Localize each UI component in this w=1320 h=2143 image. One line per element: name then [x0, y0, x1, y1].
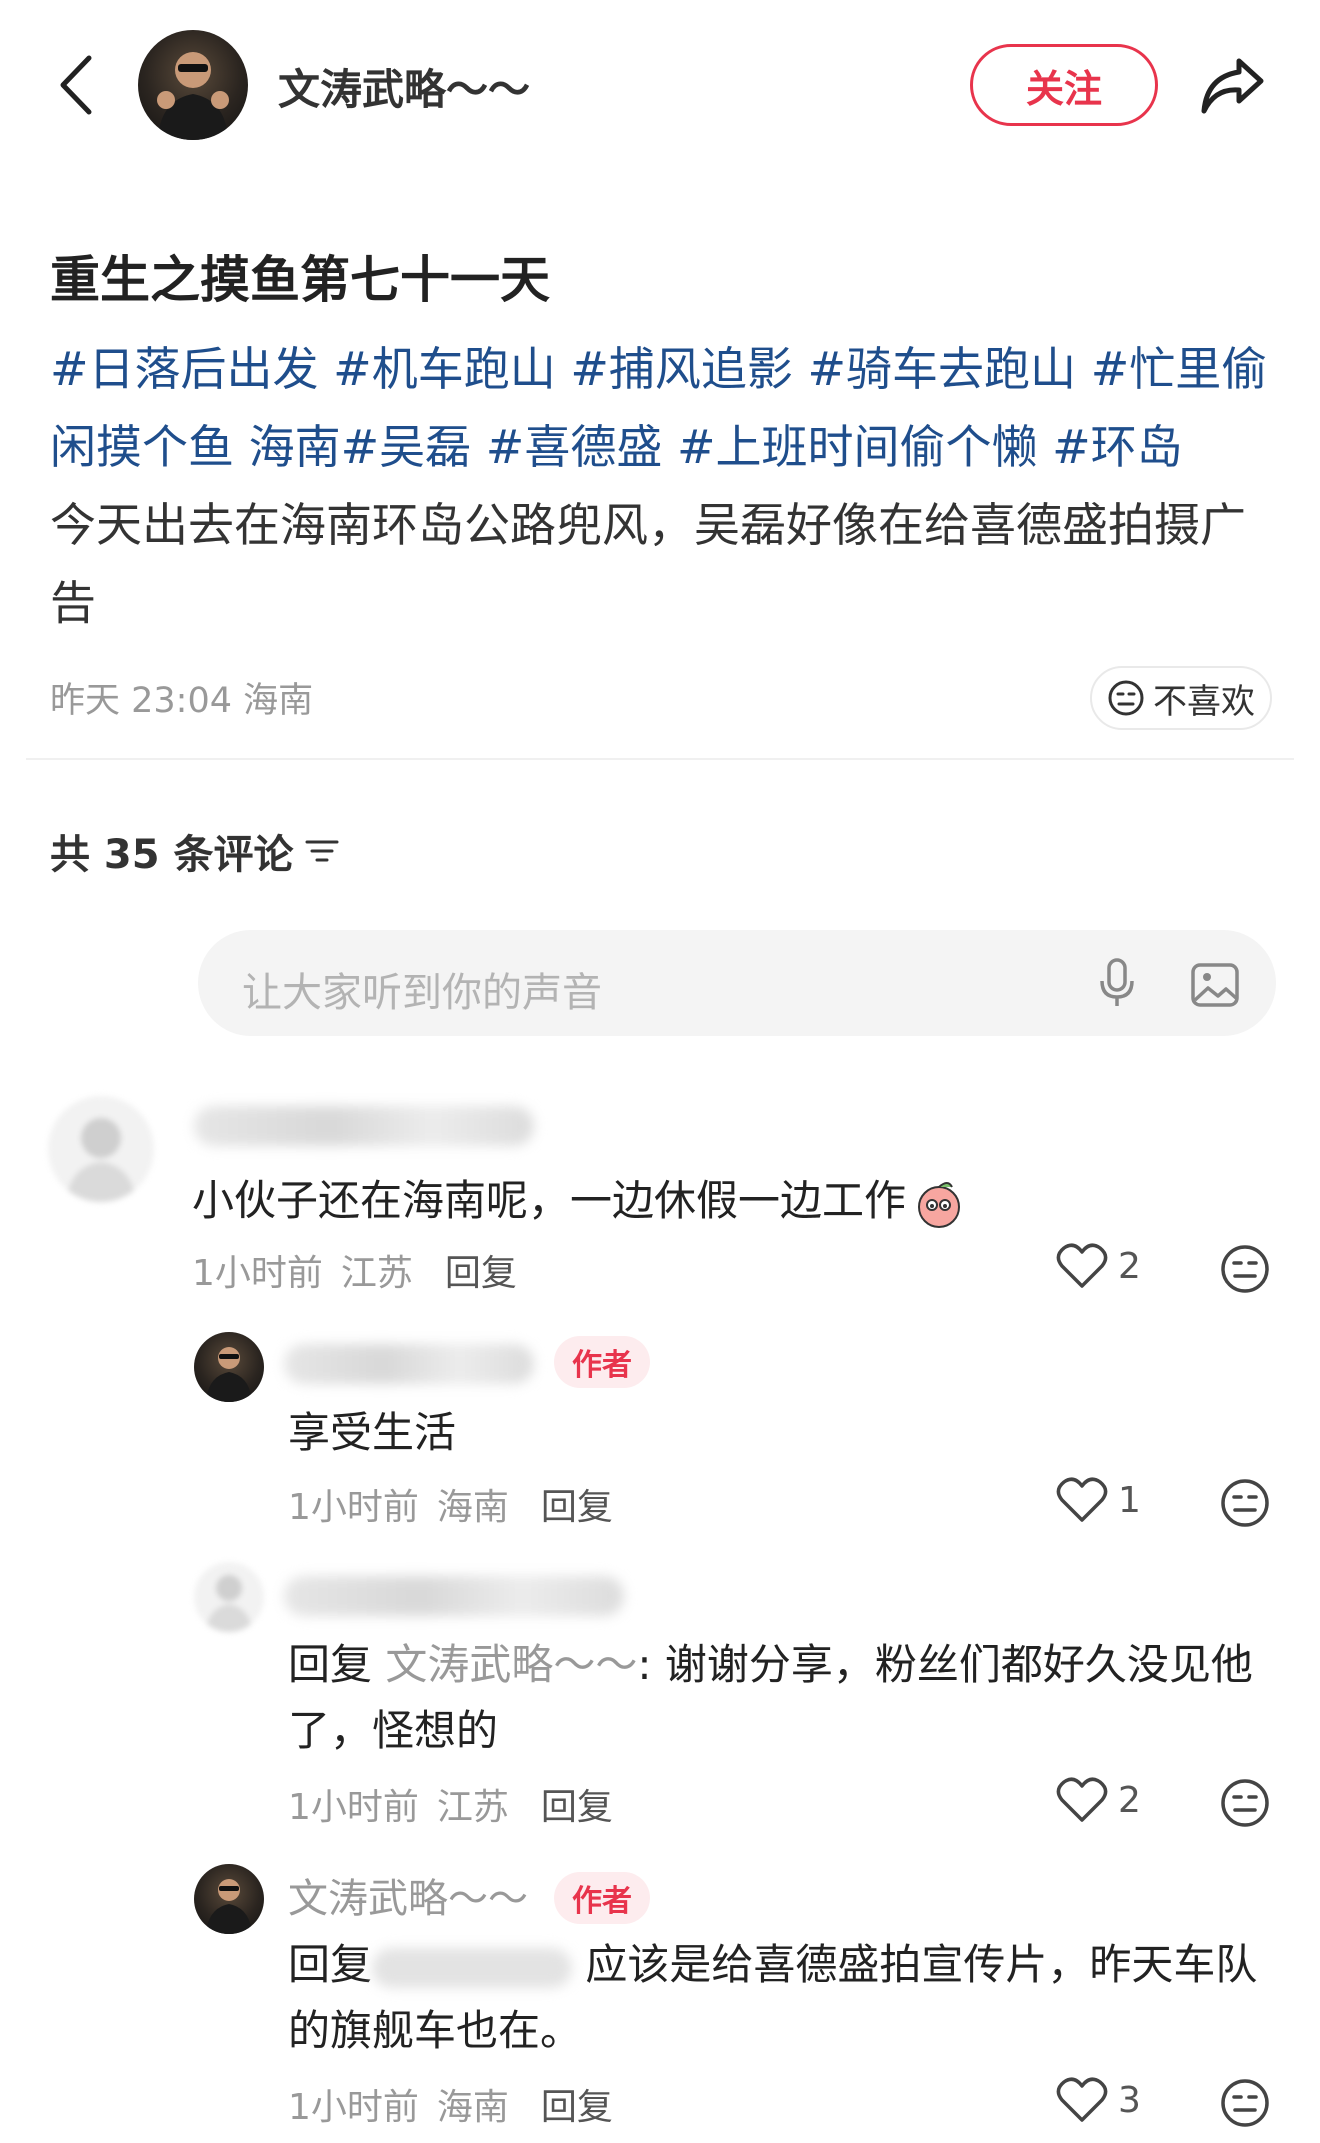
hashtag[interactable]: #吴磊 [341, 420, 472, 474]
heart-icon [1056, 2077, 1108, 2122]
dislike-label: 不喜欢 [1153, 681, 1255, 722]
comments-count-label: 共 35 条评论 [50, 832, 294, 878]
share-button[interactable] [1196, 52, 1268, 120]
hashtag[interactable]: #环岛 [1052, 420, 1183, 474]
author-tag: 作者 [554, 1872, 650, 1924]
avatar-image [157, 52, 229, 140]
reply-to-name[interactable]: 文涛武略～～ [385, 1640, 637, 1689]
back-button[interactable] [50, 50, 100, 120]
comment-text: 回复 应该是给喜德盛拍宣传片，昨天车队的旗舰车也在。 [288, 1940, 1258, 2055]
hashtag[interactable]: #捕风追影 [570, 342, 793, 396]
comment-location: 海南 [436, 2087, 509, 2128]
post-text: 今天出去在海南环岛公路兜风，吴磊好像在给喜德盛拍摄广告 [50, 498, 1246, 630]
hashtag[interactable]: #喜德盛 [486, 420, 663, 474]
comment-time: 1小时前 [288, 1787, 419, 1828]
reply-button[interactable]: 回复 [541, 2078, 613, 2130]
comment-meta: 1小时前 海南 回复 [288, 1478, 613, 1530]
neutral-face-icon [1221, 1779, 1269, 1827]
heart-icon [1056, 1477, 1108, 1522]
comment-location: 海南 [436, 1487, 509, 1528]
filter-icon [305, 840, 339, 862]
author-tag: 作者 [554, 1336, 650, 1388]
neutral-face-icon [1221, 2079, 1269, 2127]
heart-icon [1056, 1777, 1108, 1822]
like-button[interactable]: 1 [1056, 1476, 1141, 1524]
reply-prefix: 回复 [288, 1940, 373, 1989]
like-button[interactable]: 3 [1056, 2076, 1141, 2124]
reply-button[interactable]: 回复 [445, 1244, 517, 1296]
post-meta: 昨天 23:04 海南 [50, 672, 313, 723]
neutral-face-icon [1221, 1245, 1269, 1293]
follow-button[interactable]: 关注 [970, 44, 1158, 126]
image-button[interactable] [1184, 954, 1246, 1016]
like-button[interactable]: 2 [1056, 1776, 1141, 1824]
reply-button[interactable]: 回复 [541, 1478, 613, 1530]
author-avatar-small[interactable] [194, 1864, 264, 1934]
reply-prefix: 回复 [288, 1640, 373, 1689]
react-button[interactable] [1218, 1242, 1272, 1296]
author-avatar[interactable] [138, 30, 248, 140]
author-name[interactable]: 文涛武略～～ [278, 56, 530, 117]
neutral-face-icon [1221, 1479, 1269, 1527]
reply-button[interactable]: 回复 [541, 1778, 613, 1830]
dislike-button[interactable]: 不喜欢 [1090, 666, 1272, 730]
post-time: 昨天 23:04 [50, 681, 232, 721]
comments-count[interactable]: 共 35 条评论 [50, 822, 340, 880]
heart-icon [1056, 1243, 1108, 1288]
image-icon [1191, 963, 1239, 1007]
back-arrow-icon [60, 55, 92, 115]
hashtag-location[interactable]: 海南 [249, 420, 341, 474]
comment-meta: 1小时前 江苏 回复 [288, 1778, 613, 1830]
peach-sticker-icon [918, 1181, 961, 1228]
top-bar: 文涛武略～～ 关注 [0, 0, 1320, 170]
commenter-name[interactable]: 文涛武略～～ [288, 1866, 528, 1932]
like-count: 1 [1118, 1479, 1141, 1521]
author-avatar-small[interactable] [194, 1332, 264, 1402]
like-count: 2 [1118, 1779, 1141, 1821]
post-body: #日落后出发 #机车跑山 #捕风追影 #骑车去跑山 #忙里偷闲摸个鱼 海南#吴磊… [50, 330, 1280, 642]
commenter-name-blurred[interactable] [194, 1106, 534, 1146]
like-count: 3 [1118, 2079, 1141, 2121]
hashtag[interactable]: #机车跑山 [333, 342, 556, 396]
comment-text: 享受生活 [288, 1408, 457, 1457]
comment-time: 1小时前 [288, 1487, 419, 1528]
react-button[interactable] [1218, 1776, 1272, 1830]
hashtag[interactable]: #上班时间偷个懒 [677, 420, 1038, 474]
commenter-avatar[interactable] [194, 1562, 264, 1632]
comment-text: 小伙子还在海南呢，一边休假一边工作 [192, 1168, 966, 1234]
divider [26, 758, 1294, 760]
comment-meta: 1小时前 海南 回复 [288, 2078, 613, 2130]
hashtag[interactable]: #骑车去跑山 [808, 342, 1077, 396]
hashtag[interactable]: #日落后出发 [50, 342, 319, 396]
comment-text: 回复 文涛武略～～: 谢谢分享，粉丝们都好久没见他了，怪想的 [288, 1640, 1253, 1755]
comment-time: 1小时前 [288, 2087, 419, 2128]
voice-button[interactable] [1086, 952, 1148, 1014]
comment-input-placeholder: 让大家听到你的声音 [242, 970, 602, 1016]
comment-meta: 1小时前 江苏 回复 [192, 1244, 517, 1296]
commenter-name-blurred[interactable] [284, 1576, 624, 1616]
comment-input[interactable]: 让大家听到你的声音 [198, 930, 1276, 1036]
post-title: 重生之摸鱼第七十一天 [50, 251, 550, 309]
share-icon [1201, 58, 1264, 114]
comment-time: 1小时前 [192, 1253, 323, 1294]
dislike-face-icon [1108, 680, 1144, 716]
post-location: 海南 [243, 681, 314, 721]
reply-to-name-blurred[interactable] [372, 1947, 573, 1988]
react-button[interactable] [1218, 2076, 1272, 2130]
commenter-name-blurred[interactable] [284, 1344, 534, 1384]
commenter-avatar[interactable] [48, 1096, 154, 1202]
like-count: 2 [1118, 1245, 1141, 1287]
like-button[interactable]: 2 [1056, 1242, 1141, 1290]
react-button[interactable] [1218, 1476, 1272, 1530]
comment-location: 江苏 [436, 1787, 509, 1828]
comment-location: 江苏 [340, 1253, 413, 1294]
mic-icon [1100, 958, 1134, 1006]
